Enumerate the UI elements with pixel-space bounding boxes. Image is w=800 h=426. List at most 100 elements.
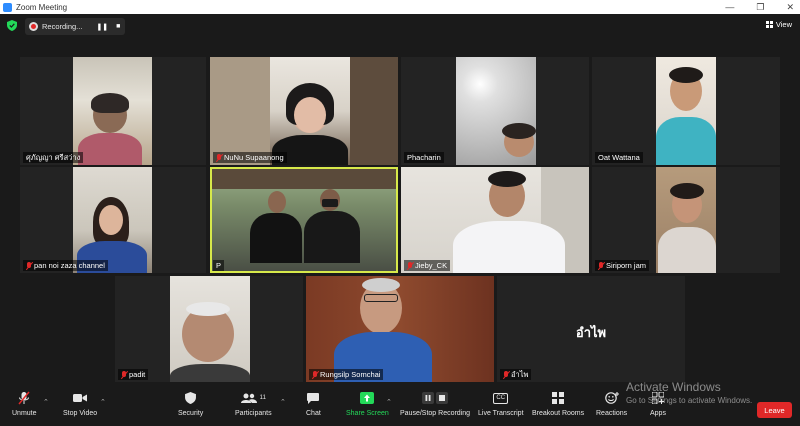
window-controls: — ❐ ✕ [725, 0, 794, 14]
participant-tile[interactable]: padit [115, 276, 303, 382]
participants-count: 11 [259, 395, 266, 401]
muted-mic-icon [407, 261, 413, 270]
live-transcript-button[interactable]: CC Live Transcript [478, 390, 524, 417]
participant-hair [362, 278, 400, 292]
participant-hair [186, 302, 230, 316]
muted-mic-icon [503, 370, 509, 379]
face-mask [322, 199, 338, 207]
participant-name-tag: Rungsilp Somchai [309, 369, 384, 380]
pause-stop-recording-icon [422, 390, 449, 406]
window-title: Zoom Meeting [16, 2, 68, 12]
participants-icon: 11 [240, 390, 266, 406]
participant-body [453, 221, 565, 273]
view-button[interactable]: View [765, 20, 792, 29]
share-screen-button[interactable]: Share Screen [346, 390, 389, 417]
grid-view-icon [765, 21, 773, 28]
participant-video [456, 57, 536, 165]
participant-name-tag: NuNu Supaanong [213, 152, 287, 163]
participant-video [170, 276, 250, 382]
shield-icon [185, 390, 197, 406]
participant-hair [669, 67, 703, 83]
participant-tile[interactable]: pan noi zaza channel [20, 167, 206, 273]
reactions-button[interactable]: Reactions [596, 390, 627, 417]
participant-video [212, 169, 396, 271]
participant-body [78, 133, 142, 165]
participant-head [268, 191, 286, 213]
participant-body [658, 227, 716, 273]
meeting-topbar: Recording... ❚❚ ■ View [0, 14, 800, 40]
zoom-app-icon [3, 2, 12, 12]
participant-tile[interactable]: Oat Wattana [592, 57, 780, 165]
participant-name-tag: P [213, 260, 225, 271]
audio-options-caret-icon[interactable]: ⌃ [43, 398, 49, 406]
maximize-button[interactable]: ❐ [756, 2, 764, 13]
participant-tile[interactable]: Rungsilp Somchai [306, 276, 494, 382]
window-titlebar: Zoom Meeting — ❐ ✕ [0, 0, 800, 14]
participant-tile[interactable]: ศุภัญญา ศรีสว่าง [20, 57, 206, 165]
muted-mic-icon [312, 370, 318, 379]
recording-label: Recording... [42, 22, 83, 31]
muted-microphone-icon [18, 390, 30, 406]
share-options-caret-icon[interactable]: ⌃ [386, 398, 392, 406]
participant-hair [91, 93, 129, 113]
participant-name-tag: Oat Wattana [595, 152, 643, 163]
recording-dot-icon [29, 22, 38, 31]
participant-tile-no-video[interactable]: อำไพ อำไพ [497, 276, 685, 382]
eyeglasses [364, 294, 398, 302]
participant-tile[interactable]: Phacharin [401, 57, 589, 165]
participant-hair [670, 183, 704, 199]
emoji-plus-icon [604, 390, 619, 406]
video-options-caret-icon[interactable]: ⌃ [100, 398, 106, 406]
participant-tile[interactable]: NuNu Supaanong [210, 57, 398, 165]
participant-video [656, 57, 716, 165]
stop-recording-icon[interactable]: ■ [116, 23, 120, 30]
stop-video-button[interactable]: Stop Video [63, 390, 97, 417]
background-shelf [210, 57, 270, 165]
pause-stop-recording-button[interactable]: Pause/Stop Recording [400, 390, 470, 417]
chat-bubble-icon [307, 390, 320, 406]
participants-button[interactable]: 11 Participants [235, 390, 272, 417]
participant-tile[interactable]: Siriporn jam [592, 167, 780, 273]
breakout-rooms-button[interactable]: Breakout Rooms [532, 390, 584, 417]
participant-name-tag: Phacharin [404, 152, 444, 163]
participant-tile[interactable]: Jieby_CK [401, 167, 589, 273]
participant-body [304, 211, 360, 263]
background-shelf [350, 57, 398, 165]
participant-name-tag: padit [118, 369, 149, 380]
minimize-button[interactable]: — [725, 2, 734, 12]
participant-video [73, 57, 152, 165]
participant-name-tag: Siriporn jam [595, 260, 650, 271]
participant-video [210, 57, 398, 165]
video-camera-icon [73, 390, 88, 406]
participant-hair [502, 123, 536, 139]
participant-name-tag: pan noi zaza channel [23, 260, 108, 271]
participants-options-caret-icon[interactable]: ⌃ [280, 398, 286, 406]
security-button[interactable]: Security [178, 390, 203, 417]
participant-name-tag: อำไพ [500, 369, 532, 380]
participant-body [656, 117, 716, 165]
muted-mic-icon [598, 261, 604, 270]
breakout-rooms-icon [552, 390, 565, 406]
participant-video [401, 167, 589, 273]
closed-captions-icon: CC [493, 390, 509, 406]
unmute-button[interactable]: Unmute [12, 390, 37, 417]
participant-name-tag: Jieby_CK [404, 260, 451, 271]
pause-recording-icon[interactable]: ❚❚ [96, 23, 108, 31]
chat-button[interactable]: Chat [306, 390, 321, 417]
participant-tile-active-speaker[interactable]: P [210, 167, 398, 273]
muted-mic-icon [121, 370, 127, 379]
participant-body [250, 213, 302, 263]
leave-button[interactable]: Leave [757, 402, 792, 418]
participant-face [99, 205, 123, 235]
share-screen-icon [360, 390, 375, 406]
participant-body [170, 364, 250, 382]
recording-indicator: Recording... ❚❚ ■ [25, 18, 125, 35]
participant-display-name: อำไพ [575, 325, 607, 340]
close-button[interactable]: ✕ [786, 2, 794, 13]
participant-video [73, 167, 152, 273]
encryption-shield-icon[interactable] [7, 20, 17, 31]
view-label: View [775, 20, 792, 29]
muted-mic-icon [216, 153, 222, 162]
participant-video [306, 276, 494, 382]
participant-name-tag: ศุภัญญา ศรีสว่าง [23, 152, 84, 163]
